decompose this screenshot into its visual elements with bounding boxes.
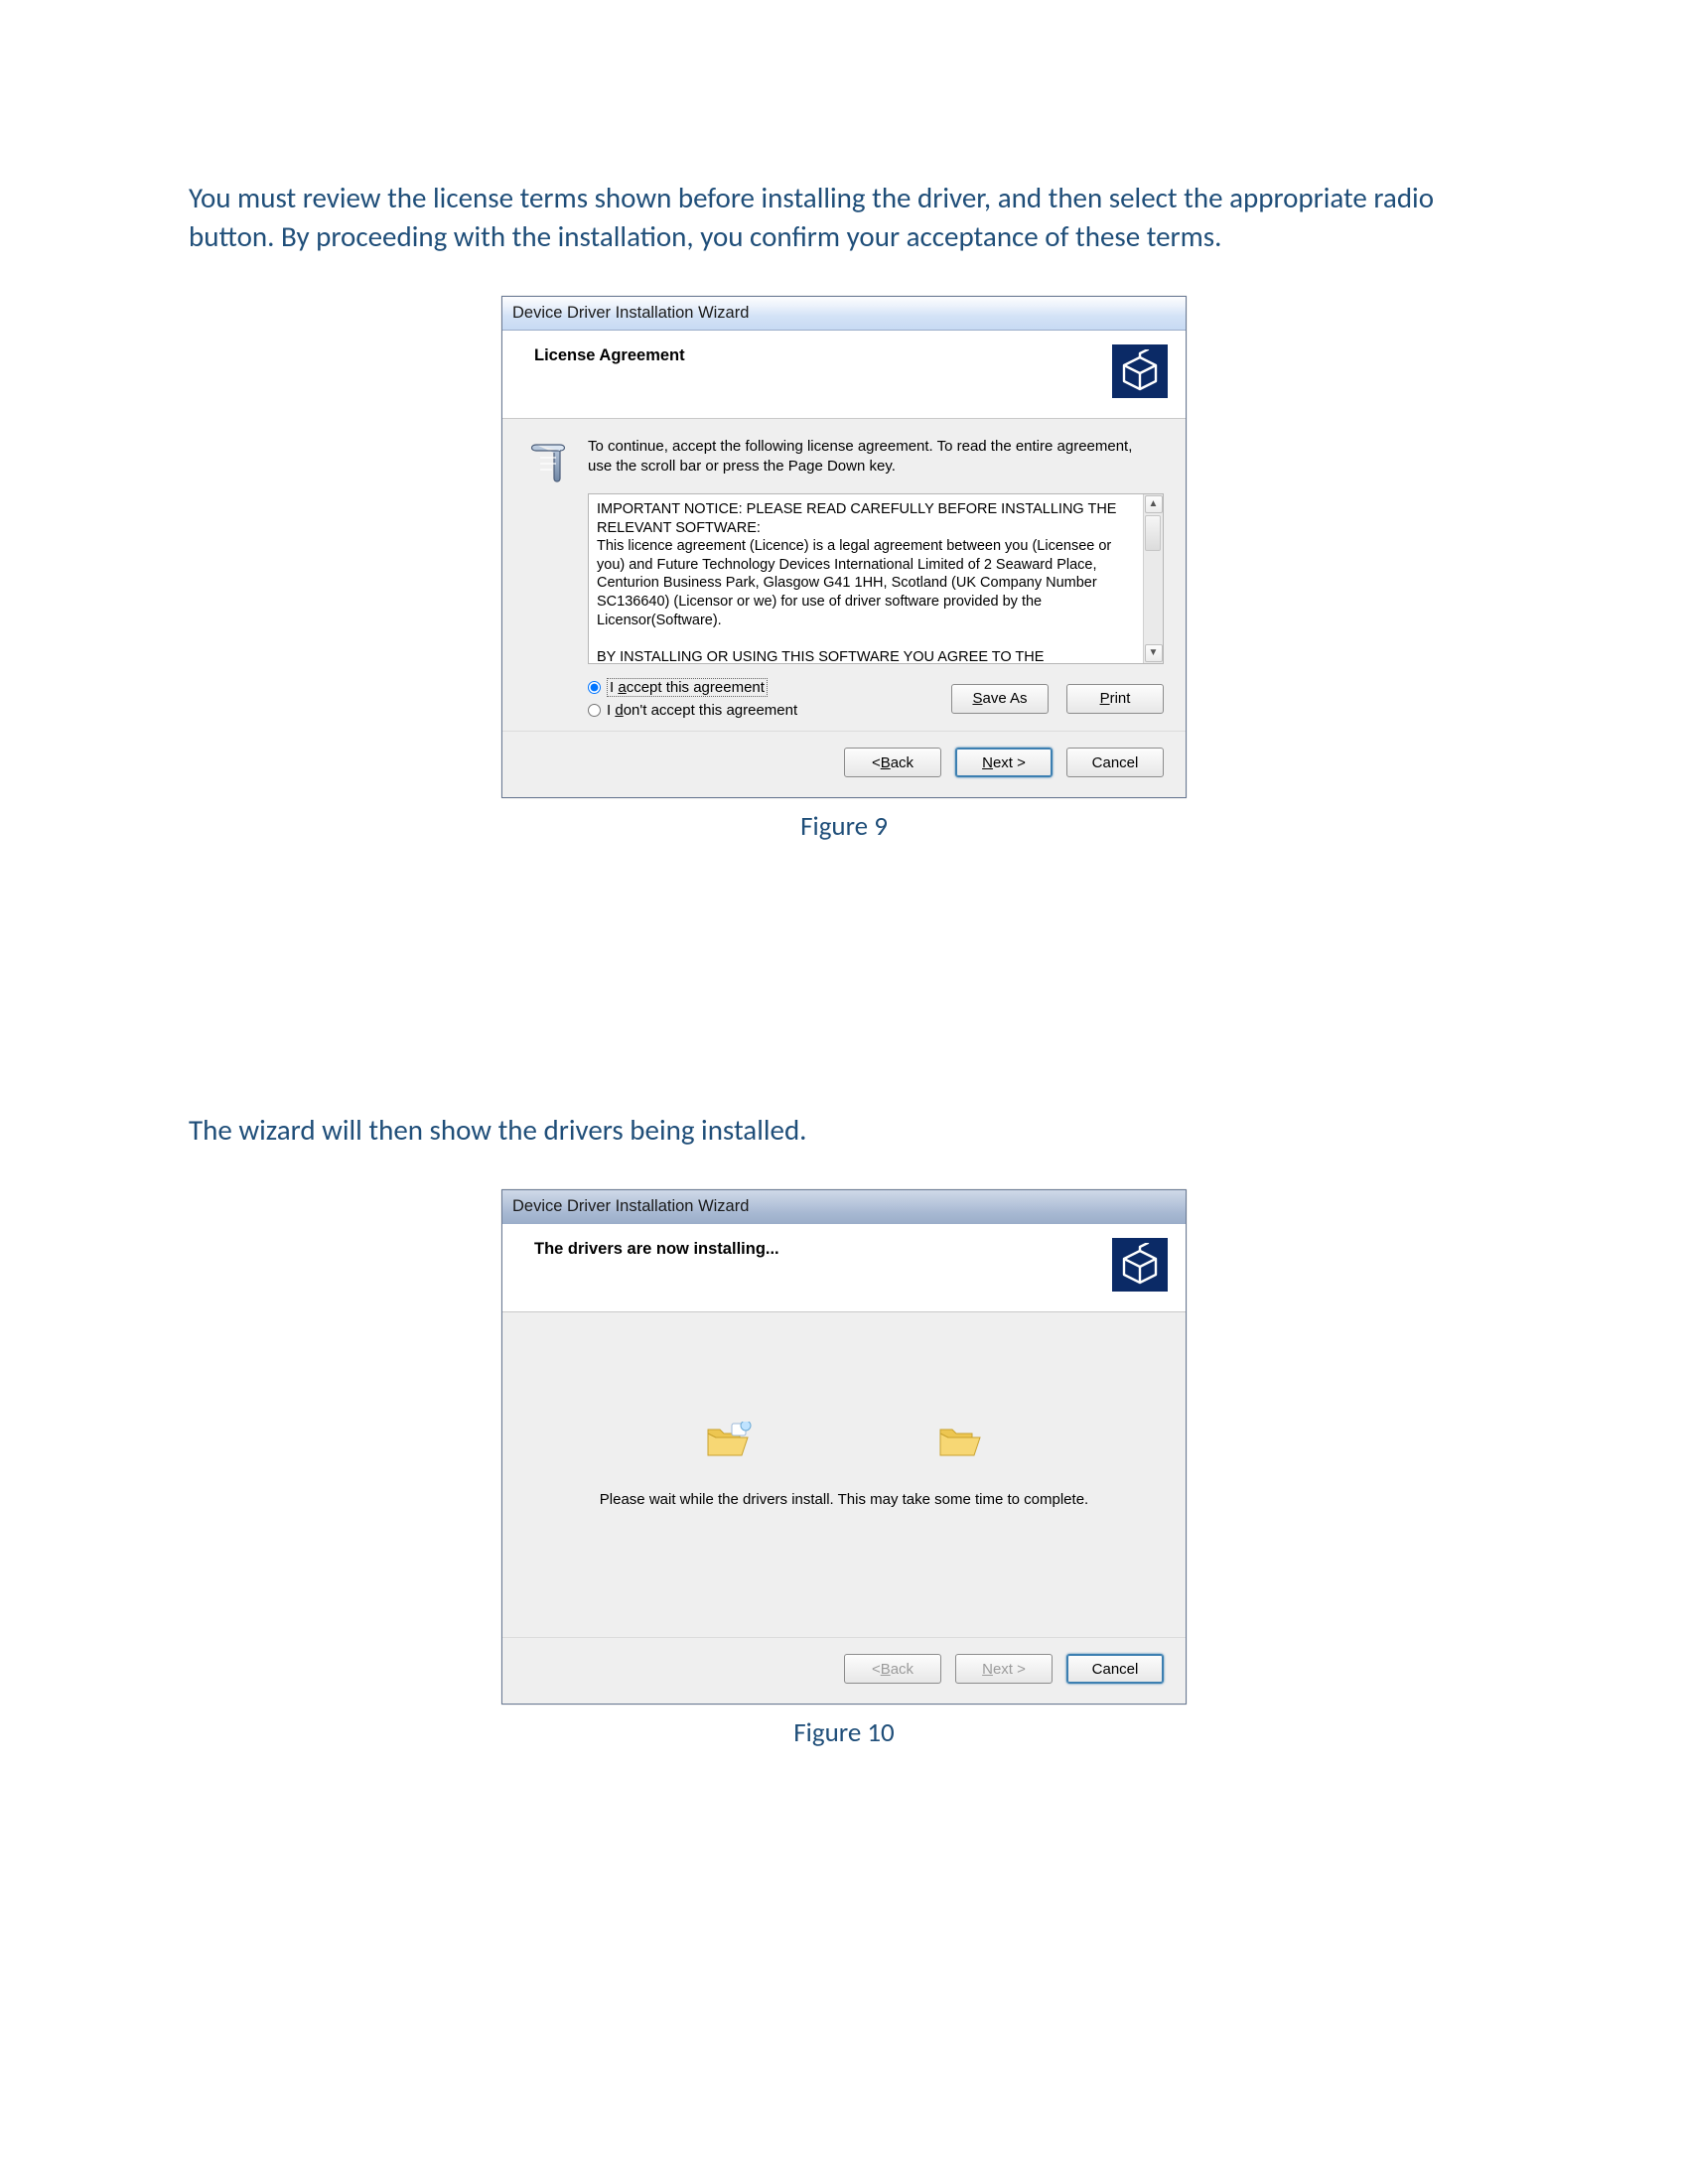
dialog-header-band: License Agreement [502, 331, 1186, 419]
dialog-header-band-2: The drivers are now installing... [502, 1224, 1186, 1312]
accept-rest: ccept this agreement [627, 679, 765, 696]
back-button[interactable]: < Back [844, 748, 941, 777]
dialog-title-text-2: Device Driver Installation Wizard [512, 1197, 749, 1216]
dialog-button-bar: < Back Next > Cancel [502, 731, 1186, 797]
dont-rest: on't accept this agreement [624, 702, 797, 719]
next-button-2: Next > [955, 1654, 1053, 1684]
save-as-button[interactable]: Save As [951, 684, 1049, 714]
folder-animation [532, 1422, 1156, 1481]
back-button-2: < Back [844, 1654, 941, 1684]
scroll-page-icon [524, 437, 572, 719]
dialog-title-text: Device Driver Installation Wizard [512, 304, 749, 323]
package-box-icon [1112, 1238, 1168, 1292]
please-wait-text: Please wait while the drivers install. T… [532, 1491, 1156, 1508]
print-button[interactable]: Print [1066, 684, 1164, 714]
dont-accept-agreement-radio[interactable]: I don't accept this agreement [588, 702, 797, 719]
drivers-installing-dialog: Device Driver Installation Wizard The dr… [501, 1189, 1187, 1705]
figure-9-caption: Figure 9 [189, 810, 1499, 843]
license-text-box[interactable]: IMPORTANT NOTICE: PLEASE READ CAREFULLY … [588, 493, 1164, 664]
next-button[interactable]: Next > [955, 748, 1053, 777]
scroll-down-button[interactable]: ▼ [1145, 644, 1163, 662]
dialog-header-title-2: The drivers are now installing... [534, 1238, 779, 1259]
instruction-text: To continue, accept the following licens… [588, 437, 1164, 476]
accept-underline: a [618, 679, 626, 696]
scroll-thumb[interactable] [1145, 515, 1161, 551]
figure-10-caption: Figure 10 [189, 1716, 1499, 1749]
dialog-titlebar-2: Device Driver Installation Wizard [502, 1190, 1186, 1224]
package-box-icon [1112, 344, 1168, 398]
folder-icon [936, 1422, 984, 1461]
folder-open-icon [704, 1422, 752, 1461]
dialog-titlebar: Device Driver Installation Wizard [502, 297, 1186, 331]
cancel-button[interactable]: Cancel [1066, 748, 1164, 777]
scroll-up-button[interactable]: ▲ [1145, 495, 1163, 513]
dialog-header-title: License Agreement [534, 344, 685, 365]
accept-radio-input[interactable] [588, 681, 601, 694]
dialog-content: To continue, accept the following licens… [502, 419, 1186, 731]
dont-underline: d [615, 702, 623, 719]
license-agreement-dialog: Device Driver Installation Wizard Licens… [501, 296, 1187, 798]
license-text-content: IMPORTANT NOTICE: PLEASE READ CAREFULLY … [597, 500, 1139, 664]
intro-paragraph-2: The wizard will then show the drivers be… [189, 1111, 1499, 1150]
license-scrollbar[interactable]: ▲ ▼ [1143, 494, 1163, 663]
accept-agreement-radio[interactable]: I accept this agreement [588, 678, 797, 697]
dialog-button-bar-2: < Back Next > Cancel [502, 1637, 1186, 1704]
intro-paragraph-1: You must review the license terms shown … [189, 179, 1499, 256]
dont-accept-radio-input[interactable] [588, 704, 601, 717]
cancel-button-2[interactable]: Cancel [1066, 1654, 1164, 1684]
dialog-content-2: Please wait while the drivers install. T… [502, 1312, 1186, 1637]
